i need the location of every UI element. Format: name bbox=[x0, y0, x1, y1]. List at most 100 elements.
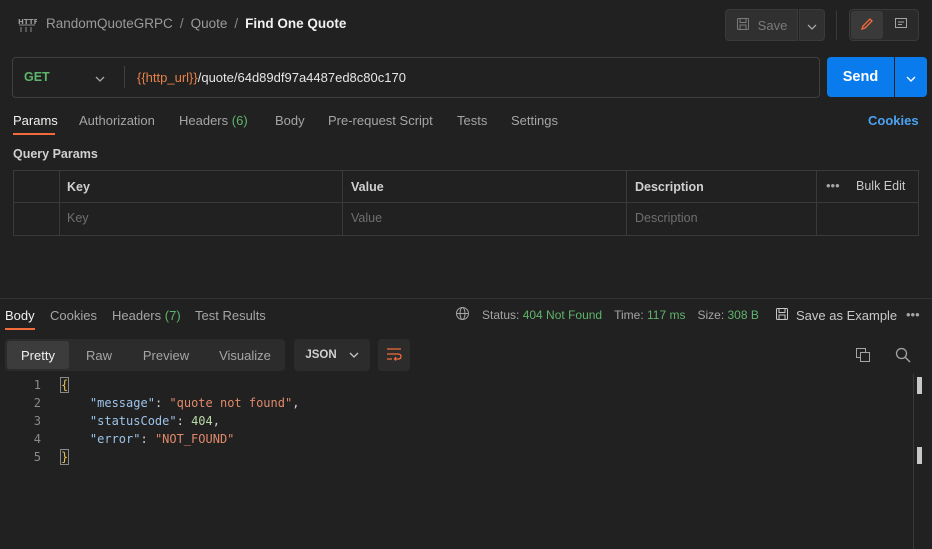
more-options-icon[interactable]: ••• bbox=[906, 307, 920, 322]
tab-settings[interactable]: Settings bbox=[511, 113, 558, 128]
pencil-icon bbox=[860, 17, 874, 34]
save-button[interactable]: Save bbox=[725, 9, 798, 41]
tab-pre-request-script[interactable]: Pre-request Script bbox=[328, 113, 433, 128]
save-options-button[interactable] bbox=[799, 9, 825, 41]
size-value[interactable]: 308 B bbox=[728, 308, 759, 322]
status-label: Status: bbox=[482, 308, 520, 322]
comments-button[interactable] bbox=[885, 11, 917, 39]
key-input[interactable]: Key bbox=[67, 211, 89, 225]
response-divider[interactable] bbox=[0, 298, 932, 299]
json-value: "NOT_FOUND" bbox=[154, 432, 235, 446]
breadcrumb: RandomQuoteGRPC / Quote / Find One Quote bbox=[46, 16, 346, 31]
url-divider bbox=[124, 66, 125, 88]
method-select[interactable]: GET bbox=[24, 70, 50, 84]
response-tab-body[interactable]: Body bbox=[5, 308, 35, 323]
view-visualize-button[interactable]: Visualize bbox=[209, 341, 281, 369]
tab-tests[interactable]: Tests bbox=[457, 113, 487, 128]
copy-icon[interactable] bbox=[855, 347, 871, 366]
header-divider bbox=[836, 10, 837, 40]
search-icon[interactable] bbox=[895, 347, 911, 366]
send-label: Send bbox=[842, 69, 879, 85]
chevron-down-icon[interactable] bbox=[95, 70, 105, 85]
description-input[interactable]: Description bbox=[635, 211, 698, 225]
url-input[interactable]: {{http_url}}/quote/64d89df97a4487ed8c80c… bbox=[137, 70, 406, 85]
query-params-title: Query Params bbox=[13, 147, 98, 161]
tab-count: (7) bbox=[164, 308, 181, 323]
line-number: 4 bbox=[33, 432, 41, 446]
url-variable: {{http_url}} bbox=[137, 70, 198, 85]
tab-params[interactable]: Params bbox=[13, 113, 58, 128]
key-column bbox=[60, 171, 343, 235]
tab-label: Params bbox=[13, 113, 58, 128]
breadcrumb-collection[interactable]: RandomQuoteGRPC bbox=[46, 16, 173, 31]
chevron-down-icon bbox=[807, 18, 817, 33]
breadcrumb-folder[interactable]: Quote bbox=[191, 16, 228, 31]
svg-text:HTTP: HTTP bbox=[18, 18, 37, 26]
send-button[interactable]: Send bbox=[827, 57, 894, 97]
chevron-down-icon bbox=[906, 70, 916, 85]
line-number: 3 bbox=[33, 414, 41, 428]
line-text: { bbox=[59, 376, 70, 394]
save-as-example-label: Save as Example bbox=[796, 308, 898, 323]
comment-icon bbox=[894, 17, 908, 34]
wrap-lines-icon bbox=[386, 347, 402, 364]
chevron-down-icon bbox=[349, 349, 359, 361]
tab-label: Settings bbox=[511, 113, 558, 128]
breadcrumb-request-name[interactable]: Find One Quote bbox=[245, 16, 346, 31]
tab-label: Tests bbox=[457, 113, 488, 128]
close-brace: } bbox=[59, 449, 70, 465]
scrollbar-thumb[interactable] bbox=[917, 377, 922, 394]
more-options-icon[interactable]: ••• bbox=[826, 178, 840, 193]
tab-headers[interactable]: Headers (6) bbox=[179, 113, 248, 128]
view-raw-button[interactable]: Raw bbox=[75, 341, 123, 369]
active-tab-indicator bbox=[5, 328, 35, 330]
scrollbar-marker bbox=[917, 447, 922, 464]
open-brace: { bbox=[59, 377, 70, 393]
line-number: 5 bbox=[33, 450, 41, 464]
tab-body[interactable]: Body bbox=[275, 113, 305, 128]
response-tab-test-results[interactable]: Test Results bbox=[195, 308, 266, 323]
line-text: "statusCode": 404, bbox=[89, 414, 220, 428]
json-value: 404 bbox=[191, 414, 213, 428]
status-value[interactable]: 404 Not Found bbox=[523, 308, 602, 322]
wrap-lines-button[interactable] bbox=[378, 339, 410, 371]
value-input[interactable]: Value bbox=[351, 211, 382, 225]
cookies-link[interactable]: Cookies bbox=[868, 113, 919, 128]
line-text: "message": "quote not found", bbox=[89, 396, 300, 410]
url-bar bbox=[12, 57, 820, 98]
breadcrumb-separator: / bbox=[234, 16, 239, 31]
response-tab-cookies[interactable]: Cookies bbox=[50, 308, 97, 323]
tab-label: Headers bbox=[179, 113, 229, 128]
save-as-example-button[interactable]: Save as Example bbox=[775, 307, 897, 324]
time-label: Time: bbox=[614, 308, 644, 322]
value-column bbox=[343, 171, 627, 235]
bulk-edit-button[interactable]: Bulk Edit bbox=[856, 179, 905, 193]
json-trail: , bbox=[292, 396, 300, 410]
query-params-table bbox=[13, 170, 919, 236]
tab-count: (6) bbox=[231, 113, 248, 128]
active-tab-indicator bbox=[13, 133, 55, 135]
description-header: Description bbox=[635, 180, 704, 194]
edit-mode-button[interactable] bbox=[851, 11, 883, 39]
send-options-button[interactable] bbox=[895, 57, 927, 97]
row-check-column bbox=[14, 171, 60, 235]
json-key: "statusCode" bbox=[89, 414, 177, 428]
tab-label: Body bbox=[5, 308, 35, 323]
json-key: "message" bbox=[89, 396, 155, 410]
scrollbar-track[interactable] bbox=[913, 374, 914, 549]
json-key: "error" bbox=[89, 432, 141, 446]
line-number: 1 bbox=[33, 378, 41, 392]
tab-authorization[interactable]: Authorization bbox=[79, 113, 155, 128]
save-icon bbox=[736, 17, 750, 34]
globe-icon[interactable] bbox=[455, 306, 470, 324]
response-meta: Status: 404 Not Found Time: 117 ms Size:… bbox=[455, 306, 759, 324]
format-select[interactable]: JSON bbox=[294, 339, 370, 371]
view-pretty-button[interactable]: Pretty bbox=[7, 341, 69, 369]
view-preview-button[interactable]: Preview bbox=[131, 341, 201, 369]
tab-label: Pre-request Script bbox=[328, 113, 433, 128]
key-header: Key bbox=[67, 180, 90, 194]
time-value[interactable]: 117 ms bbox=[647, 308, 685, 322]
response-tab-headers[interactable]: Headers (7) bbox=[112, 308, 181, 323]
table-row-divider bbox=[13, 202, 919, 203]
json-value: "quote not found" bbox=[169, 396, 293, 410]
